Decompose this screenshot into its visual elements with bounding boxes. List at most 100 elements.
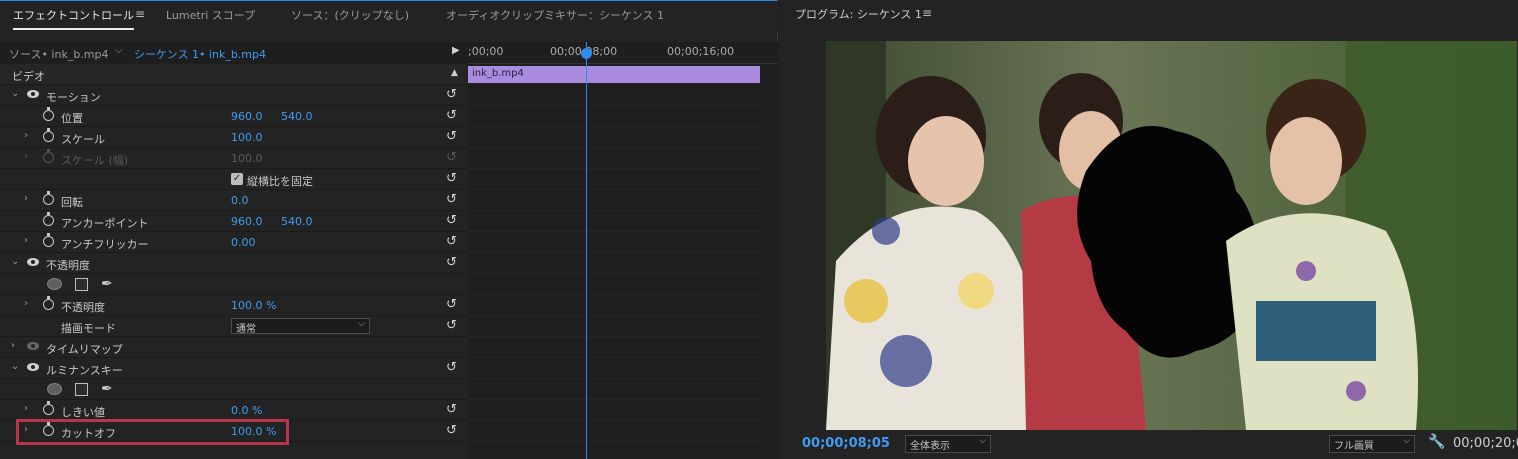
position-x-value[interactable]: 960.0	[231, 110, 263, 123]
scale-width-label: スケール (幅)	[61, 154, 129, 167]
pen-mask-icon[interactable]: ✒	[101, 276, 113, 292]
program-monitor-panel: プログラム: シーケンス 1 ≡ 00;00;08;05 全体表示 ⌵ フル画質…	[779, 0, 1518, 459]
eye-icon[interactable]	[27, 363, 39, 371]
reset-icon[interactable]: ↺	[446, 402, 457, 417]
stopwatch-icon	[43, 149, 54, 163]
timeline-row	[468, 85, 760, 106]
antiflicker-value[interactable]: 0.00	[231, 236, 256, 249]
panel-tab-bar: エフェクトコントロール ≡ Lumetri スコープ ソース：(クリップなし) …	[0, 1, 778, 31]
playhead-handle[interactable]	[581, 48, 592, 59]
stopwatch-icon[interactable]	[43, 128, 54, 142]
chevron-down-icon[interactable]: ⌄	[11, 256, 19, 267]
timeline-row	[468, 211, 760, 232]
reset-icon[interactable]: ↺	[446, 423, 457, 438]
chevron-down-icon: ⌵	[358, 319, 365, 329]
timeline-row	[468, 169, 760, 190]
play-only-clip-icon[interactable]: ▶	[452, 45, 460, 56]
rotation-value[interactable]: 0.0	[231, 194, 249, 207]
chevron-down-icon[interactable]: ⌄	[11, 88, 19, 99]
anchor-y-value[interactable]: 540.0	[281, 215, 313, 228]
current-timecode[interactable]: 00;00;08;05	[802, 436, 890, 451]
eye-icon	[27, 342, 39, 350]
timeline-clip[interactable]: ink_b.mp4	[468, 66, 760, 83]
chevron-right-icon[interactable]: ›	[24, 235, 28, 246]
effect-timeline[interactable]: ;00;00 00;00;08;00 00;00;16;00 ink_b.mp4	[468, 42, 778, 459]
sequence-clip-label[interactable]: シーケンス 1• ink_b.mp4	[134, 46, 266, 62]
reset-icon[interactable]: ↺	[446, 108, 457, 123]
timeline-row	[468, 253, 760, 274]
reset-icon[interactable]: ↺	[446, 360, 457, 375]
panel-menu-icon[interactable]: ≡	[135, 7, 145, 21]
scale-width-value: 100.0	[231, 152, 263, 165]
chevron-down-icon[interactable]: ⌵	[115, 45, 123, 56]
chevron-right-icon[interactable]: ›	[11, 340, 15, 351]
stopwatch-icon[interactable]	[43, 296, 54, 310]
position-y-value[interactable]: 540.0	[281, 110, 313, 123]
reset-icon[interactable]: ↺	[446, 87, 457, 102]
rectangle-mask-icon[interactable]	[75, 278, 88, 291]
property-row-scale: › スケール 100.0 ↺	[0, 127, 466, 148]
reset-icon[interactable]: ↺	[446, 318, 457, 333]
chevron-right-icon[interactable]: ›	[24, 403, 28, 414]
property-row-rotation: › 回転 0.0 ↺	[0, 190, 466, 211]
timeline-row	[468, 190, 760, 211]
anchor-x-value[interactable]: 960.0	[231, 215, 263, 228]
timeline-row	[468, 106, 760, 127]
blend-mode-select[interactable]: 通常 ⌵	[231, 318, 370, 335]
chevron-right-icon[interactable]: ›	[24, 298, 28, 309]
reset-icon[interactable]: ↺	[446, 192, 457, 207]
zoom-level-value: 全体表示	[910, 441, 950, 452]
reset-icon[interactable]: ↺	[446, 255, 457, 270]
stopwatch-icon[interactable]	[43, 191, 54, 205]
tab-audio-clip-mixer[interactable]: オーディオクリップミキサー：シーケンス 1	[446, 7, 664, 23]
lock-aspect-checkbox[interactable]: ✓	[231, 173, 243, 185]
eye-icon[interactable]	[27, 90, 39, 98]
stopwatch-icon[interactable]	[43, 233, 54, 247]
ellipse-mask-icon[interactable]	[47, 383, 62, 395]
chevron-down-icon[interactable]: ⌄	[11, 361, 19, 372]
zoom-level-select[interactable]: 全体表示 ⌵	[905, 435, 991, 453]
program-video-frame[interactable]	[826, 41, 1517, 430]
tab-lumetri-scopes[interactable]: Lumetri スコープ	[166, 7, 255, 23]
reset-icon[interactable]: ↺	[446, 213, 457, 228]
wrench-settings-icon[interactable]: 🔧	[1428, 434, 1445, 450]
time-remap-label: タイムリマップ	[46, 343, 123, 356]
eye-icon[interactable]	[27, 258, 39, 266]
opacity-value[interactable]: 100.0 %	[231, 299, 276, 312]
timeline-row	[468, 379, 760, 400]
time-ruler[interactable]: ;00;00 00;00;08;00 00;00;16;00	[468, 42, 778, 64]
timeline-row	[468, 148, 760, 169]
chevron-right-icon[interactable]: ›	[24, 193, 28, 204]
pen-mask-icon[interactable]: ✒	[101, 381, 113, 397]
tab-effect-controls[interactable]: エフェクトコントロール	[13, 7, 134, 30]
timeline-row	[468, 127, 760, 148]
program-monitor-title[interactable]: プログラム: シーケンス 1	[795, 6, 922, 22]
reset-icon[interactable]: ↺	[446, 234, 457, 249]
chevron-right-icon[interactable]: ›	[24, 130, 28, 141]
source-clip-label[interactable]: ソース• ink_b.mp4	[9, 46, 109, 62]
tab-source[interactable]: ソース：(クリップなし)	[291, 7, 409, 23]
playback-resolution-select[interactable]: フル画質 ⌵	[1329, 435, 1415, 453]
stopwatch-icon[interactable]	[43, 107, 54, 121]
stopwatch-icon[interactable]	[43, 401, 54, 415]
duration-timecode: 00;00;20;0	[1453, 436, 1518, 451]
rectangle-mask-icon[interactable]	[75, 383, 88, 396]
ellipse-mask-icon[interactable]	[47, 278, 62, 290]
scale-value[interactable]: 100.0	[231, 131, 263, 144]
playhead-line[interactable]	[586, 42, 587, 459]
collapse-up-icon[interactable]: ▲	[451, 68, 458, 78]
effect-controls-panel: エフェクトコントロール ≡ Lumetri スコープ ソース：(クリップなし) …	[0, 0, 778, 459]
reset-icon[interactable]: ↺	[446, 297, 457, 312]
stopwatch-icon[interactable]	[43, 212, 54, 226]
mask-tools-row: ✒	[0, 274, 466, 295]
chevron-right-icon: ›	[24, 151, 28, 162]
property-row-antiflicker: › アンチフリッカー 0.00 ↺	[0, 232, 466, 253]
threshold-value[interactable]: 0.0 %	[231, 404, 262, 417]
panel-menu-icon[interactable]: ≡	[922, 6, 932, 20]
scale-label: スケール	[61, 133, 105, 146]
reset-icon[interactable]: ↺	[446, 171, 457, 186]
reset-icon[interactable]: ↺	[446, 129, 457, 144]
mask-tools-row: ✒	[0, 379, 466, 400]
chevron-down-icon: ⌵	[979, 436, 986, 446]
blend-mode-value: 通常	[236, 324, 256, 335]
